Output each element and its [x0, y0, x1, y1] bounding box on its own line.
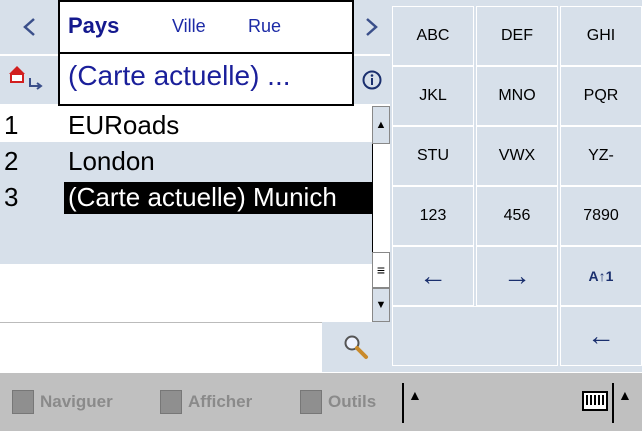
search-input[interactable] — [0, 322, 322, 372]
tab-ville[interactable]: Ville — [172, 16, 206, 37]
key-ghi[interactable]: GHI — [560, 6, 642, 66]
key-7890[interactable]: 7890 — [560, 186, 642, 246]
keyboard-icon[interactable] — [582, 391, 608, 411]
key-123[interactable]: 123 — [392, 186, 474, 246]
separator — [612, 383, 614, 423]
tab-pays[interactable]: Pays — [68, 13, 119, 39]
list-item[interactable]: 1 EURoads — [0, 106, 372, 142]
scroll-thumb[interactable]: ≡ — [372, 252, 390, 288]
arrow-right-key[interactable]: → — [476, 246, 558, 306]
list-item-selected[interactable]: 3 (Carte actuelle) Munich — [0, 178, 372, 216]
afficher-icon — [160, 390, 182, 414]
shift-icon: A↑1 — [588, 268, 614, 284]
space-key[interactable] — [392, 306, 558, 366]
magnifier-icon — [344, 335, 368, 359]
info-icon — [362, 70, 382, 90]
arrow-right-icon: → — [503, 260, 531, 291]
prev-tab-button[interactable] — [0, 0, 58, 54]
menu-afficher[interactable]: Afficher — [160, 390, 252, 414]
tab-rue[interactable]: Rue — [248, 16, 281, 37]
scroll-down-button[interactable]: ▼ — [372, 288, 390, 322]
menu-naviguer[interactable]: Naviguer — [12, 390, 113, 414]
key-vwx[interactable]: VWX — [476, 126, 558, 186]
triangle-down-icon: ▼ — [375, 299, 387, 311]
chevron-right-icon — [366, 18, 378, 36]
on-screen-keyboard: ABC DEF GHI JKL MNO PQR STU VWX YZ- 123 … — [390, 0, 642, 372]
list-item-name: London — [64, 146, 159, 180]
home-location-button[interactable] — [0, 56, 58, 104]
arrow-left-key[interactable]: ← — [392, 246, 474, 306]
menu-outils[interactable]: Outils — [300, 390, 376, 414]
key-def[interactable]: DEF — [476, 6, 558, 66]
list-item[interactable]: 2 London — [0, 142, 372, 180]
menu-outils-label: Outils — [328, 392, 377, 411]
next-tab-button[interactable] — [354, 0, 390, 54]
map-field-value: (Carte actuelle) ... — [68, 60, 291, 91]
chevron-left-icon — [23, 18, 35, 36]
backspace-icon: ← — [587, 320, 615, 351]
taskbar: Naviguer Afficher Outils ▲ ▲ — [0, 372, 642, 431]
list-item-name: EURoads — [68, 110, 180, 140]
key-abc[interactable]: ABC — [392, 6, 474, 66]
key-mno[interactable]: MNO — [476, 66, 558, 126]
list-item-name: (Carte actuelle) Munich — [64, 182, 372, 216]
list-item-number: 1 — [4, 110, 19, 140]
key-456[interactable]: 456 — [476, 186, 558, 246]
shift-key[interactable]: A↑1 — [560, 246, 642, 306]
arrow-left-icon: ← — [419, 260, 447, 291]
list-item-number: 2 — [4, 146, 19, 176]
search-button[interactable] — [322, 322, 390, 372]
menu-naviguer-label: Naviguer — [40, 392, 113, 411]
list-item-number: 3 — [4, 182, 19, 212]
key-jkl[interactable]: JKL — [392, 66, 474, 126]
separator — [402, 383, 404, 423]
outils-icon — [300, 390, 322, 414]
empty-row — [64, 264, 372, 314]
scroll-up-button[interactable]: ▲ — [372, 106, 390, 144]
home-arrow-icon — [9, 66, 43, 90]
triangle-up-icon: ▲ — [375, 119, 387, 131]
info-button[interactable] — [354, 56, 390, 104]
map-field[interactable]: (Carte actuelle) ... — [58, 54, 354, 106]
grip-icon: ≡ — [376, 262, 386, 278]
key-pqr[interactable]: PQR — [560, 66, 642, 126]
backspace-key[interactable]: ← — [560, 306, 642, 366]
caret-up-icon[interactable]: ▲ — [408, 387, 422, 403]
caret-up-icon[interactable]: ▲ — [618, 387, 632, 403]
tab-bar: Pays Ville Rue — [58, 0, 354, 54]
key-yz[interactable]: YZ- — [560, 126, 642, 186]
menu-afficher-label: Afficher — [188, 392, 253, 411]
list-item-empty — [0, 214, 372, 264]
key-stu[interactable]: STU — [392, 126, 474, 186]
naviguer-icon — [12, 390, 34, 414]
